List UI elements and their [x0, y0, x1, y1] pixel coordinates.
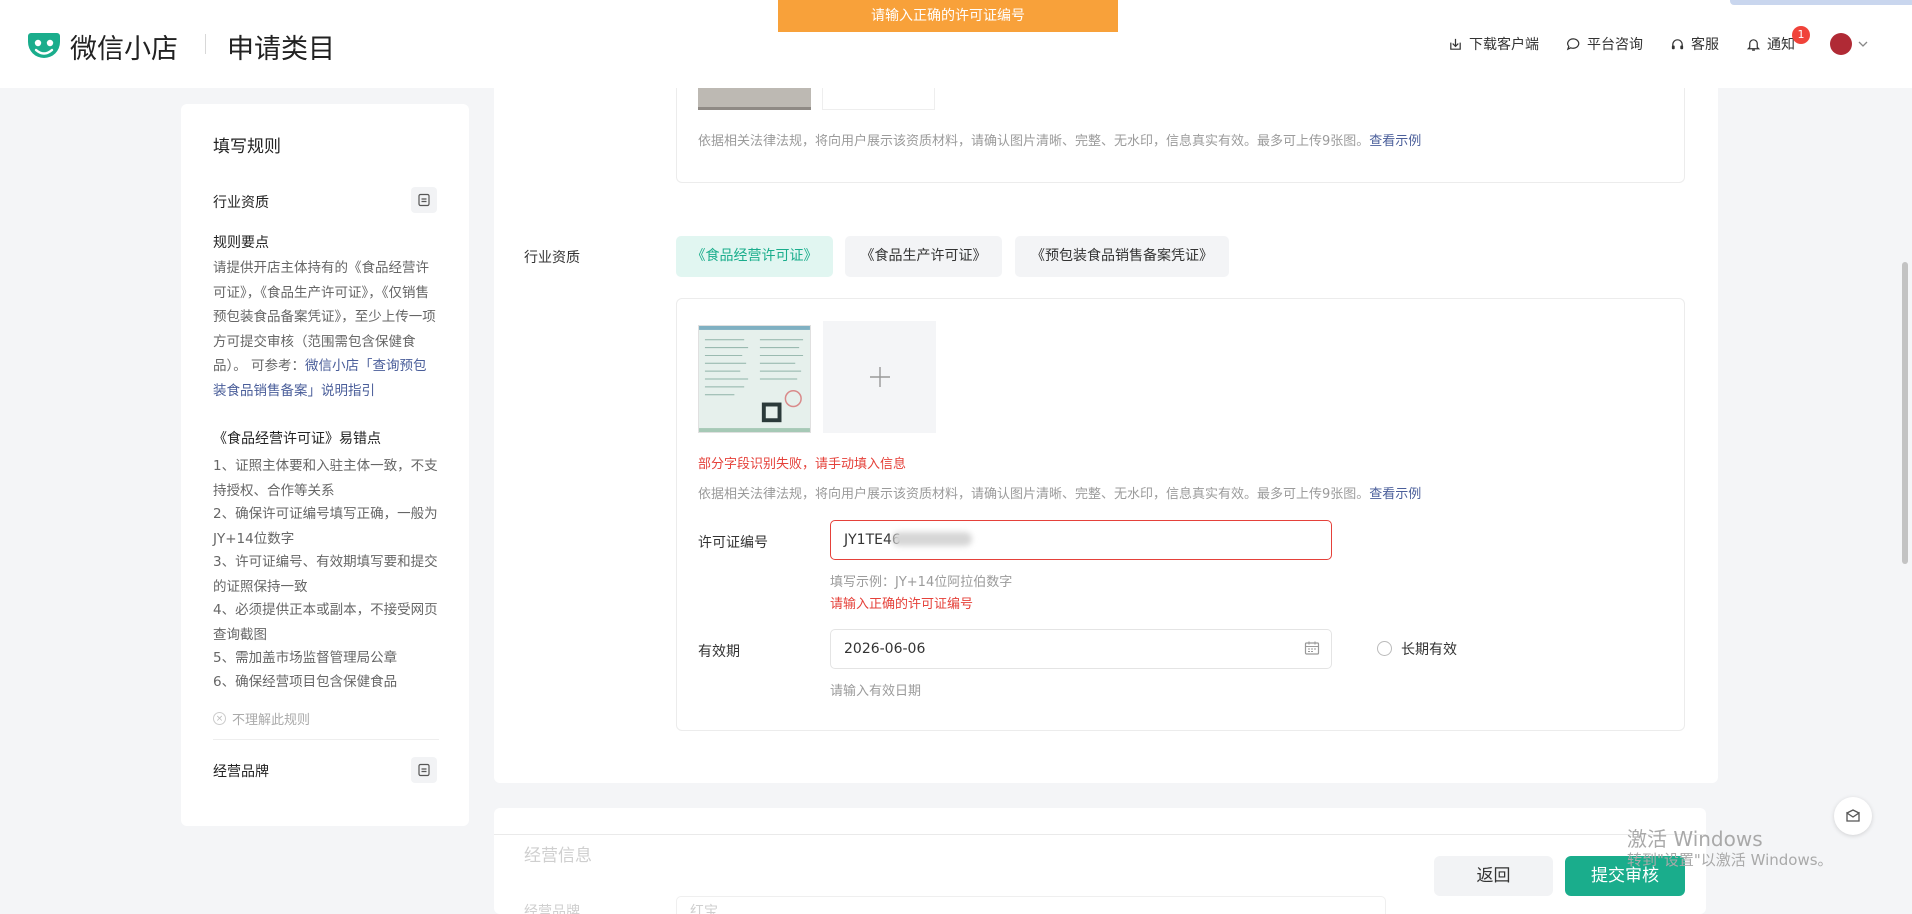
ocr-error-message: 部分字段识别失败，请手动填入信息 — [698, 457, 907, 472]
business-brand-label: 经营品牌 — [524, 904, 580, 914]
download-icon — [1450, 38, 1461, 50]
pitfall-item: 1、证照主体要和入驻主体一致，不支持授权、合作等关系 — [213, 458, 438, 499]
upload-description-text: 依据相关法律法规，将向用户展示该资质材料，请确认图片清晰、完整、无水印，信息真实… — [698, 487, 1370, 502]
back-button[interactable]: 返回 — [1434, 856, 1553, 896]
uploaded-image-thumbnail[interactable] — [698, 88, 811, 110]
avatar[interactable] — [1830, 33, 1852, 55]
sidebar-divider — [213, 739, 439, 740]
pitfall-item: 5、需加盖市场监督管理局公章 — [213, 650, 398, 666]
download-client-link[interactable]: 下载客户端 — [1448, 34, 1539, 54]
validity-label: 有效期 — [698, 644, 740, 660]
business-info-title: 经营信息 — [524, 846, 592, 866]
license-number-label: 许可证编号 — [698, 535, 768, 551]
notification-badge: 1 — [1792, 26, 1810, 44]
upload-description: 依据相关法律法规，将向用户展示该资质材料，请确认图片清晰、完整、无水印，信息真实… — [698, 483, 1421, 502]
view-example-link[interactable]: 查看示例 — [1369, 487, 1421, 502]
customer-service-link[interactable]: 客服 — [1670, 34, 1719, 54]
feedback-button[interactable] — [1834, 797, 1872, 835]
close-circle-icon: × — [213, 712, 226, 725]
redaction-mask — [892, 532, 972, 546]
page-title: 申请类目 — [227, 34, 335, 65]
upload-description: 依据相关法律法规，将向用户展示该资质材料，请确认图片清晰、完整、无水印，信息真实… — [698, 130, 1421, 149]
license-number-hint: 填写示例：JY+14位阿拉伯数字 — [830, 575, 1013, 590]
long-term-radio[interactable] — [1377, 641, 1392, 656]
chevron-down-icon[interactable] — [1858, 40, 1868, 48]
upload-slot[interactable] — [822, 88, 935, 110]
rules-sidebar: 填写规则 行业资质 规则要点 请提供开店主体持有的《食品经营许可证》，《食品生产… — [181, 104, 469, 826]
qualification-label: 行业资质 — [524, 250, 580, 266]
rules-text: 请提供开店主体持有的《食品经营许可证》，《食品生产许可证》，《仅销售预包装食品备… — [213, 256, 439, 403]
consult-label: 平台咨询 — [1587, 37, 1643, 53]
tab-food-production-license[interactable]: 《食品生产许可证》 — [845, 236, 1002, 277]
document-icon — [418, 193, 430, 207]
sidebar-section-qualification: 行业资质 — [213, 195, 269, 211]
headset-icon — [1671, 38, 1684, 49]
validity-date-input[interactable]: 2026-06-06 — [830, 629, 1332, 669]
document-icon — [418, 763, 430, 777]
collapse-brand-button[interactable] — [411, 757, 437, 783]
upload-description-text: 依据相关法律法规，将向用户展示该资质材料，请确认图片清晰、完整、无水印，信息真实… — [698, 134, 1370, 149]
add-image-button[interactable] — [823, 321, 936, 433]
notification-link[interactable]: 通知 — [1746, 34, 1795, 54]
rules-heading: 规则要点 — [213, 235, 269, 251]
mail-icon — [1846, 809, 1860, 822]
weixin-shop-logo-icon — [28, 33, 60, 58]
windows-activation-watermark: 激活 Windows — [1627, 827, 1763, 851]
bell-icon — [1746, 38, 1761, 51]
uploaded-license-image[interactable] — [698, 325, 811, 433]
pitfall-item: 6、确保经营项目包含保健食品 — [213, 674, 398, 690]
tab-prepackaged-food-record[interactable]: 《预包装食品销售备案凭证》 — [1015, 236, 1229, 277]
corner-tab[interactable] — [1730, 0, 1912, 5]
service-label: 客服 — [1691, 37, 1719, 53]
error-toast: 请输入正确的许可证编号 — [778, 0, 1118, 32]
validity-hint: 请输入有效日期 — [830, 684, 922, 699]
sidebar-title: 填写规则 — [213, 137, 281, 157]
not-understand-rule-link[interactable]: × 不理解此规则 — [213, 709, 310, 728]
tab-food-business-license[interactable]: 《食品经营许可证》 — [676, 236, 833, 277]
pitfall-item: 3、许可证编号、有效期填写要和提交的证照保持一致 — [213, 554, 438, 595]
notify-label: 通知 — [1767, 37, 1795, 53]
platform-consult-link[interactable]: 平台咨询 — [1566, 34, 1643, 54]
pitfall-item: 4、必须提供正本或副本，不接受网页查询截图 — [213, 602, 438, 643]
view-example-link[interactable]: 查看示例 — [1369, 134, 1421, 149]
rules-body: 请提供开店主体持有的《食品经营许可证》，《食品生产许可证》，《仅销售预包装食品备… — [213, 260, 436, 374]
collapse-qualification-button[interactable] — [411, 187, 437, 213]
not-understand-label: 不理解此规则 — [232, 713, 311, 728]
brand-name: 微信小店 — [70, 34, 178, 65]
business-brand-value: 红宝 — [690, 904, 718, 914]
pitfalls-heading: 《食品经营许可证》易错点 — [213, 431, 381, 447]
windows-activation-hint: 转到"设置"以激活 Windows。 — [1627, 851, 1833, 869]
business-brand-input[interactable] — [676, 896, 1386, 914]
scrollbar-thumb[interactable] — [1902, 262, 1908, 564]
calendar-icon[interactable] — [1304, 640, 1320, 656]
plus-icon — [869, 367, 890, 387]
license-number-error: 请输入正确的许可证编号 — [830, 597, 974, 612]
pitfall-item: 2、确保许可证编号填写正确，一般为JY+14位数字 — [213, 506, 438, 547]
chat-bubble-icon — [1566, 37, 1580, 50]
long-term-label: 长期有效 — [1401, 642, 1457, 658]
sidebar-section-brand: 经营品牌 — [213, 764, 269, 780]
header-divider — [205, 34, 206, 54]
footer-divider — [494, 834, 1706, 835]
download-label: 下载客户端 — [1469, 37, 1539, 53]
